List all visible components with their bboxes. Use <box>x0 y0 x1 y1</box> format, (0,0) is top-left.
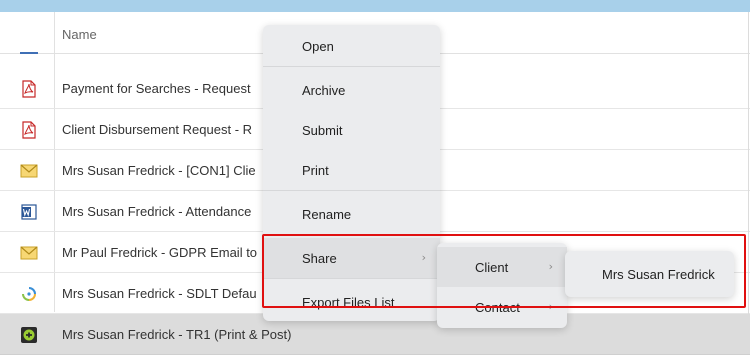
file-name: Mrs Susan Fredrick - TR1 (Print & Post) <box>62 327 292 342</box>
word-doc-icon <box>20 203 38 221</box>
menu-separator <box>263 190 440 191</box>
menu-item-open[interactable]: Open <box>263 26 440 66</box>
file-name: Mrs Susan Fredrick - Attendance <box>62 204 252 219</box>
email-icon <box>20 162 38 180</box>
menu-item-print[interactable]: Print <box>263 150 440 190</box>
header-icon-stub <box>20 52 38 54</box>
menu-item-label: Mrs Susan Fredrick <box>602 266 715 282</box>
menu-item-label: Submit <box>302 122 343 138</box>
menu-item-rename[interactable]: Rename <box>263 194 440 234</box>
name-column-header[interactable]: Name <box>62 27 97 42</box>
top-accent-bar <box>0 0 750 12</box>
chevron-right-icon: › <box>548 300 553 313</box>
submenu-item-client[interactable]: Client › <box>437 247 567 287</box>
sdlt-icon <box>20 285 38 303</box>
submenu-item-contact[interactable]: Contact › <box>437 287 567 327</box>
form-icon <box>20 326 38 344</box>
menu-separator <box>263 278 440 279</box>
menu-item-share[interactable]: Share › <box>263 238 440 278</box>
file-name: Mrs Susan Fredrick - [CON1] Clie <box>62 163 256 178</box>
file-name: Payment for Searches - Request <box>62 81 251 96</box>
menu-item-label: Share <box>302 250 337 266</box>
chevron-right-icon: › <box>548 260 553 273</box>
menu-item-archive[interactable]: Archive <box>263 70 440 110</box>
menu-separator <box>263 234 440 235</box>
submenu-item-mrs-susan-fredrick[interactable]: Mrs Susan Fredrick <box>565 254 734 294</box>
pdf-icon <box>20 121 38 139</box>
share-submenu: Client › Contact › <box>437 243 567 328</box>
client-submenu: Mrs Susan Fredrick <box>565 251 734 297</box>
menu-item-label: Export Files List <box>302 294 395 310</box>
menu-item-label: Rename <box>302 206 352 222</box>
file-name: Client Disbursement Request - R <box>62 122 253 137</box>
menu-item-label: Contact <box>475 299 520 315</box>
file-name: Mrs Susan Fredrick - SDLT Defau <box>62 286 257 301</box>
pdf-icon <box>20 80 38 98</box>
context-menu: Open Archive Submit Print Rename Share ›… <box>263 25 440 321</box>
chevron-right-icon: › <box>421 251 426 264</box>
menu-item-submit[interactable]: Submit <box>263 110 440 150</box>
menu-item-label: Archive <box>302 82 346 98</box>
file-name: Mr Paul Fredrick - GDPR Email to <box>62 245 258 260</box>
menu-item-export-files-list[interactable]: Export Files List <box>263 282 440 322</box>
menu-item-label: Print <box>302 162 329 178</box>
menu-item-label: Open <box>302 38 334 54</box>
email-icon <box>20 244 38 262</box>
scrollbar-track[interactable] <box>748 12 749 352</box>
menu-separator <box>263 66 440 67</box>
menu-item-label: Client <box>475 259 509 275</box>
